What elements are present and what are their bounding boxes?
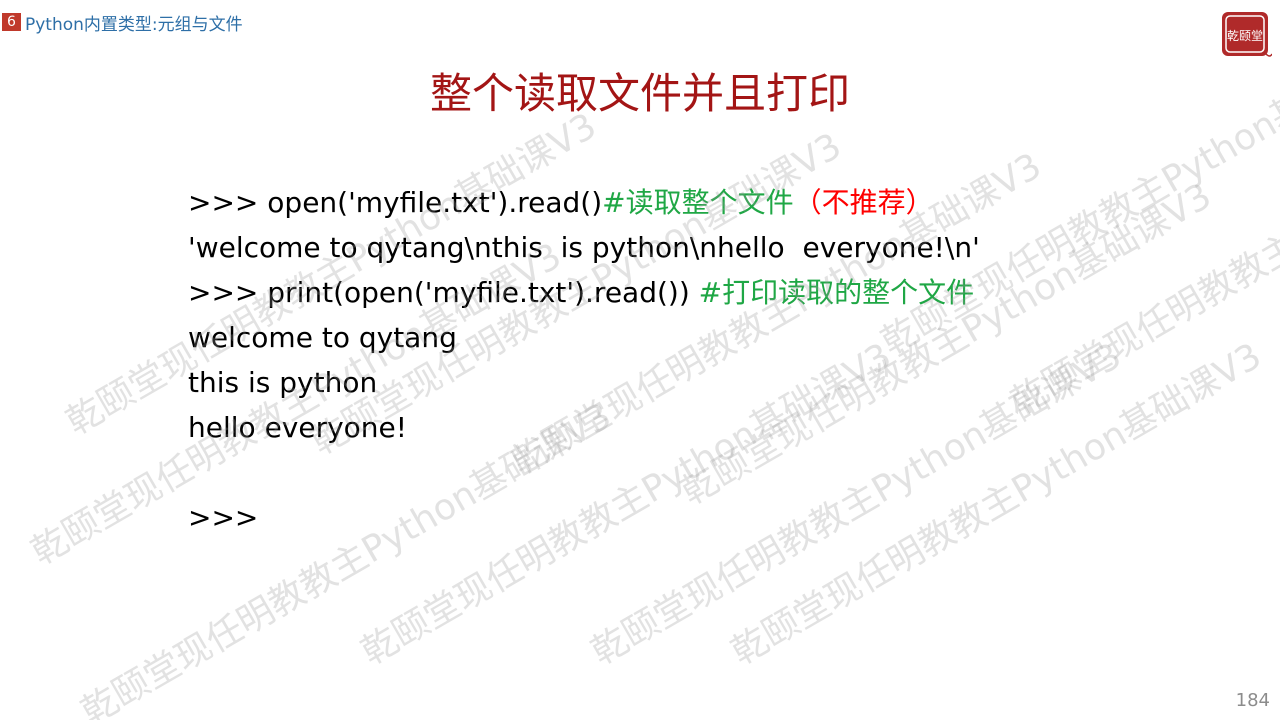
code-line: welcome to qytang: [188, 315, 1218, 360]
code-text: this is python: [188, 366, 378, 399]
code-comment: #读取整个文件: [602, 186, 794, 219]
code-text: >>>: [188, 501, 259, 534]
code-line: this is python: [188, 360, 1218, 405]
code-line: >>> print(open('myfile.txt').read()) #打印…: [188, 270, 1218, 315]
code-comment: #打印读取的整个文件: [698, 276, 975, 309]
code-line: 'welcome to qytang\nthis is python\nhell…: [188, 225, 1218, 270]
code-text: >>> open('myfile.txt').read(): [188, 186, 603, 219]
code-text: welcome to qytang: [188, 321, 457, 354]
code-line: hello everyone!: [188, 405, 1218, 450]
code-text: >>> print(open('myfile.txt').read()): [188, 276, 699, 309]
section-title: Python内置类型:元组与文件: [25, 14, 243, 35]
slide-title: 整个读取文件并且打印: [429, 69, 850, 118]
code-line: >>>: [188, 495, 1218, 540]
page-number: 184: [1235, 690, 1270, 711]
code-comment: （不推荐）: [793, 186, 934, 219]
seal-text: 乾颐堂: [1227, 29, 1263, 43]
code-line: >>> open('myfile.txt').read()#读取整个文件（不推荐…: [188, 180, 1218, 225]
code-block: >>> open('myfile.txt').read()#读取整个文件（不推荐…: [188, 180, 1218, 540]
qytang-seal-logo: 乾颐堂: [1222, 12, 1272, 57]
code-text: 'welcome to qytang\nthis is python\nhell…: [188, 231, 980, 264]
section-number-badge: 6: [2, 13, 21, 31]
section-header: 6 Python内置类型:元组与文件: [2, 12, 243, 35]
code-text: hello everyone!: [188, 411, 407, 444]
